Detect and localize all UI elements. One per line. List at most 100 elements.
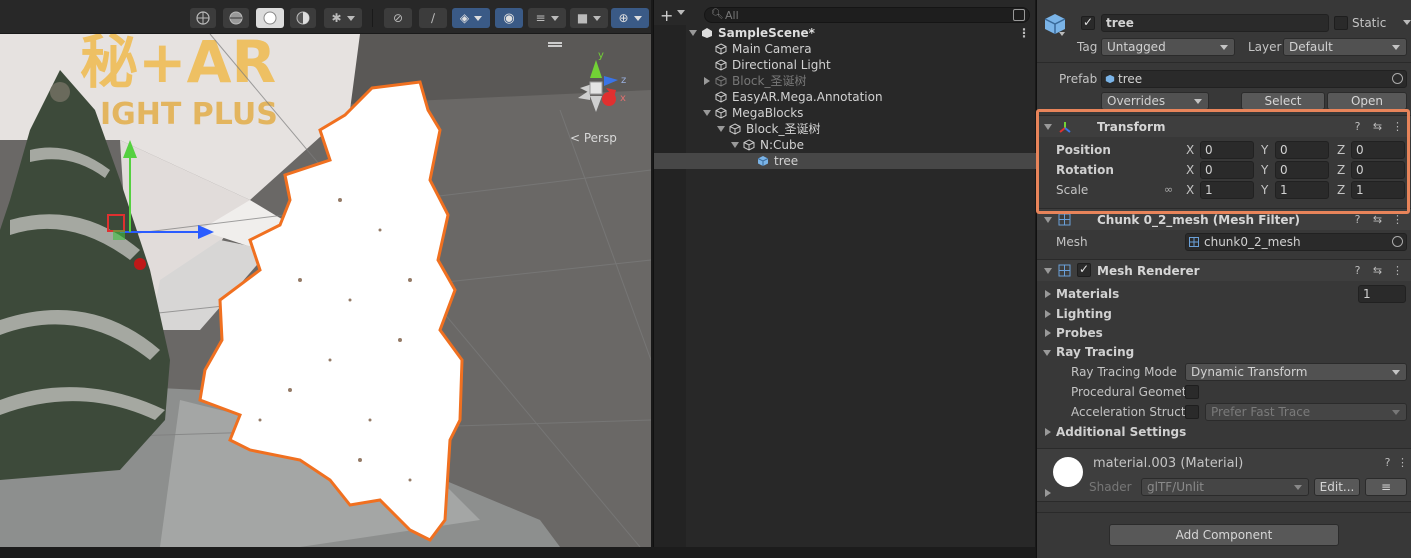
fold-arrow-icon[interactable] xyxy=(1045,329,1051,337)
help-icon[interactable]: ? xyxy=(1381,456,1394,469)
hierarchy-item-block[interactable]: Block_圣诞树 xyxy=(654,121,1036,137)
position-z-field[interactable]: 0 xyxy=(1351,141,1405,159)
prefab-field[interactable]: tree xyxy=(1101,70,1407,88)
object-name-field[interactable]: tree xyxy=(1101,14,1329,32)
fold-arrow-icon[interactable] xyxy=(1044,268,1052,274)
mesh-renderer-header[interactable]: Mesh Renderer ? ⇆ ⋮ xyxy=(1037,259,1411,281)
camera-dropdown[interactable]: ■ xyxy=(570,8,608,28)
hierarchy-list: SampleScene* ⋮ Main Camera Directional L… xyxy=(654,25,1036,169)
more-options-icon[interactable]: ⋮ xyxy=(1018,25,1030,41)
scene-viewport[interactable]: 秘+AR IGHT PLUS y z x xyxy=(0,0,651,547)
more-options-icon[interactable]: ⋮ xyxy=(1391,213,1404,226)
rotation-x-field[interactable]: 0 xyxy=(1200,161,1254,179)
lighting-label[interactable]: Lighting xyxy=(1056,307,1112,321)
effects-dropdown[interactable]: ◈ xyxy=(452,8,490,28)
hierarchy-item-main-camera[interactable]: Main Camera xyxy=(654,41,1036,57)
help-icon[interactable]: ? xyxy=(1351,213,1364,226)
position-x-field[interactable]: 0 xyxy=(1200,141,1254,159)
add-icon[interactable]: + xyxy=(660,6,673,25)
acceleration-structure-checkbox[interactable] xyxy=(1185,405,1199,419)
materials-label[interactable]: Materials xyxy=(1056,287,1119,301)
procedural-geometry-checkbox[interactable] xyxy=(1185,385,1199,399)
presets-icon[interactable]: ⇆ xyxy=(1371,264,1384,277)
presets-icon[interactable]: ⇆ xyxy=(1371,120,1384,133)
gizmos-dropdown[interactable]: ⊕ xyxy=(611,8,649,28)
expand-arrow-icon[interactable] xyxy=(689,30,697,36)
layers-dropdown[interactable]: ≡ xyxy=(528,8,566,28)
overrides-dropdown[interactable]: Overrides xyxy=(1101,92,1209,110)
scale-y-field[interactable]: 1 xyxy=(1275,181,1329,199)
link-scale-icon[interactable]: ∞ xyxy=(1164,183,1173,196)
fold-arrow-icon[interactable] xyxy=(1044,124,1052,130)
hierarchy-item-megablocks[interactable]: MegaBlocks xyxy=(654,105,1036,121)
scale-x-field[interactable]: 1 xyxy=(1200,181,1254,199)
acceleration-structure-label: Acceleration Structu xyxy=(1071,405,1194,419)
additional-settings-label[interactable]: Additional Settings xyxy=(1056,425,1186,439)
audio-toggle-button[interactable]: ∕ xyxy=(419,8,447,28)
tag-dropdown[interactable]: Untagged xyxy=(1101,38,1235,56)
rotation-z-field[interactable]: 0 xyxy=(1351,161,1405,179)
static-checkbox[interactable] xyxy=(1334,16,1348,30)
materials-count-field[interactable]: 1 xyxy=(1358,285,1406,303)
rotation-y-field[interactable]: 0 xyxy=(1275,161,1329,179)
more-options-icon[interactable]: ⋮ xyxy=(1396,456,1409,469)
ray-tracing-mode-dropdown[interactable]: Dynamic Transform xyxy=(1185,363,1407,381)
shader-label: Shader xyxy=(1089,480,1132,494)
mesh-filter-header[interactable]: Chunk 0_2_mesh (Mesh Filter) ? ⇆ ⋮ xyxy=(1037,208,1411,230)
expand-arrow-icon[interactable] xyxy=(703,110,711,116)
hierarchy-item-directional-light[interactable]: Directional Light xyxy=(654,57,1036,73)
select-button[interactable]: Select xyxy=(1241,92,1325,110)
more-options-icon[interactable]: ⋮ xyxy=(1391,264,1404,277)
scale-z-field[interactable]: 1 xyxy=(1351,181,1405,199)
object-picker-icon[interactable] xyxy=(1392,236,1403,247)
fold-arrow-icon[interactable] xyxy=(1045,310,1051,318)
edit-shader-button[interactable]: Edit... xyxy=(1314,478,1360,496)
shaded-wireframe-button[interactable] xyxy=(223,8,249,28)
hierarchy-item-ncube[interactable]: N:Cube xyxy=(654,137,1036,153)
hierarchy-item-scene[interactable]: SampleScene* ⋮ xyxy=(654,25,1036,41)
unlit-button[interactable] xyxy=(290,8,316,28)
wireframe-shading-button[interactable] xyxy=(190,8,216,28)
scene-visibility-button[interactable]: ◉ xyxy=(495,8,523,28)
debug-draw-mode-dropdown[interactable]: ✱ xyxy=(324,8,362,28)
add-component-button[interactable]: Add Component xyxy=(1109,524,1339,546)
search-options-icon[interactable] xyxy=(1013,9,1025,21)
fold-arrow-icon[interactable] xyxy=(1044,217,1052,223)
mesh-field[interactable]: chunk0_2_mesh xyxy=(1185,233,1407,251)
help-icon[interactable]: ? xyxy=(1351,264,1364,277)
shader-options-button[interactable]: ≡ xyxy=(1365,478,1407,496)
fold-arrow-icon[interactable] xyxy=(1043,350,1051,356)
probes-label[interactable]: Probes xyxy=(1056,326,1103,340)
expand-arrow-icon[interactable] xyxy=(704,77,710,85)
object-picker-icon[interactable] xyxy=(1392,73,1403,84)
fold-arrow-icon[interactable] xyxy=(1045,290,1051,298)
chevron-down-icon[interactable] xyxy=(677,10,685,15)
hierarchy-search[interactable]: 🔍︎ xyxy=(704,7,1030,23)
hierarchy-item-tree[interactable]: tree xyxy=(654,153,1036,169)
2d-toggle-button[interactable]: ⊘ xyxy=(384,8,412,28)
position-y-field[interactable]: 0 xyxy=(1275,141,1329,159)
fold-arrow-icon[interactable] xyxy=(1045,428,1051,436)
hierarchy-search-input[interactable] xyxy=(725,8,995,22)
expand-arrow-icon[interactable] xyxy=(731,142,739,148)
presets-icon[interactable]: ⇆ xyxy=(1371,213,1384,226)
persp-label[interactable]: < Persp xyxy=(570,131,617,145)
more-options-icon[interactable]: ⋮ xyxy=(1391,120,1404,133)
open-button[interactable]: Open xyxy=(1327,92,1407,110)
fold-arrow-icon[interactable] xyxy=(1045,489,1051,497)
help-icon[interactable]: ? xyxy=(1351,120,1364,133)
transform-header[interactable]: Transform ? ⇆ ⋮ xyxy=(1037,115,1411,137)
mesh-filter-icon xyxy=(1058,213,1071,226)
active-checkbox[interactable] xyxy=(1081,15,1095,30)
hierarchy-item-block-inactive[interactable]: Block_圣诞树 xyxy=(654,73,1036,89)
shader-dropdown[interactable]: glTF/Unlit xyxy=(1141,478,1309,496)
chevron-down-icon[interactable] xyxy=(1059,32,1065,36)
mesh-renderer-enabled-checkbox[interactable] xyxy=(1077,262,1091,277)
layer-dropdown[interactable]: Default xyxy=(1283,38,1407,56)
ray-tracing-label[interactable]: Ray Tracing xyxy=(1056,345,1134,359)
hierarchy-item-mega-annotation[interactable]: EasyAR.Mega.Annotation xyxy=(654,89,1036,105)
scene-view[interactable]: 秘+AR IGHT PLUS y z x ✱ ⊘ ∕ ◈ ◉ ≡ ■ ⊕ < P… xyxy=(0,0,651,547)
expand-arrow-icon[interactable] xyxy=(717,126,725,132)
static-dropdown-caret[interactable] xyxy=(1403,20,1411,25)
shaded-button[interactable] xyxy=(256,8,284,28)
